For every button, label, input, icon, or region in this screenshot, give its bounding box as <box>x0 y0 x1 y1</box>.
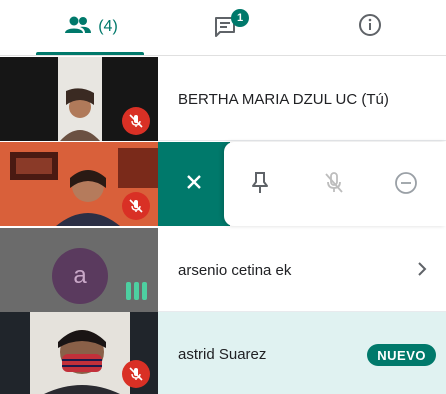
participant-video <box>0 57 158 141</box>
participant-name: astrid Suarez <box>178 346 267 363</box>
speaking-indicator-icon <box>126 282 147 300</box>
participant-video <box>0 312 158 394</box>
chat-badge: 1 <box>231 9 249 27</box>
chat-icon <box>213 17 237 43</box>
row-divider <box>158 140 446 141</box>
tab-bar: (4) 1 <box>0 0 446 56</box>
mic-off-icon <box>122 107 150 135</box>
close-actions-button[interactable] <box>158 142 230 226</box>
participant-row[interactable] <box>0 142 446 226</box>
participant-row[interactable]: BERTHA MARIA DZUL UC (Tú) <box>0 57 446 141</box>
pin-button[interactable] <box>246 171 274 199</box>
people-count: (4) <box>98 18 118 35</box>
mic-off-icon <box>323 171 345 200</box>
chevron-right-icon[interactable] <box>416 260 428 283</box>
people-icon <box>64 16 92 39</box>
pin-icon <box>250 171 270 200</box>
info-icon <box>358 13 382 42</box>
mic-off-icon <box>122 192 150 220</box>
mute-button[interactable] <box>320 171 348 199</box>
mic-off-icon <box>122 360 150 388</box>
tab-people[interactable]: (4) <box>36 0 146 54</box>
new-badge: NUEVO <box>367 344 436 366</box>
avatar: a <box>52 248 108 304</box>
remove-button[interactable] <box>392 171 420 199</box>
participant-row[interactable]: a arsenio cetina ek <box>0 228 446 312</box>
close-icon <box>185 173 203 196</box>
action-panel <box>224 142 446 226</box>
participant-name: arsenio cetina ek <box>178 262 292 279</box>
participant-video <box>0 142 158 226</box>
tab-info[interactable] <box>320 0 420 54</box>
remove-icon <box>394 171 418 200</box>
tab-chat[interactable]: 1 <box>176 0 276 54</box>
participant-row[interactable]: astrid Suarez NUEVO <box>0 312 446 394</box>
participant-name: BERTHA MARIA DZUL UC (Tú) <box>178 91 389 108</box>
participant-video: a <box>0 228 158 312</box>
participant-actions <box>158 142 446 226</box>
tab-indicator <box>36 52 144 55</box>
